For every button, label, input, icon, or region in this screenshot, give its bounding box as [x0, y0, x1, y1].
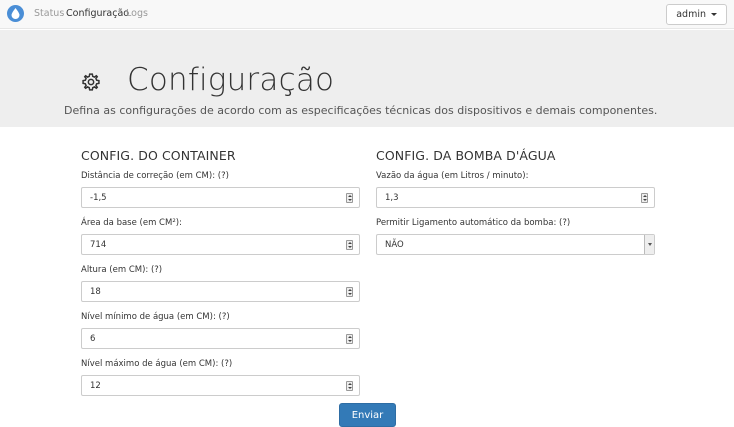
spinner-icon[interactable]	[641, 193, 648, 203]
min-level-label: Nível mínimo de água (em CM): (?)	[81, 312, 230, 322]
page-subtitle: Defina as configurações de acordo com as…	[64, 104, 658, 117]
submit-button[interactable]: Enviar	[339, 403, 396, 427]
base-area-label: Área da base (em CM²):	[81, 218, 182, 228]
flow-rate-value: 1,3	[385, 192, 399, 203]
flow-rate-input[interactable]: 1,3	[376, 187, 655, 208]
chevron-down-icon	[711, 13, 717, 16]
height-label: Altura (em CM): (?)	[81, 265, 163, 275]
max-level-label: Nível máximo de água (em CM): (?)	[81, 359, 233, 369]
base-area-input[interactable]: 714	[81, 234, 360, 255]
correction-distance-input[interactable]: -1,5	[81, 187, 360, 208]
user-menu-label: admin	[676, 9, 706, 20]
chevron-down-icon[interactable]	[644, 235, 654, 254]
nav-link-status[interactable]: Status	[34, 8, 64, 19]
container-section-title: CONFIG. DO CONTAINER	[81, 148, 236, 163]
max-level-value: 12	[90, 380, 101, 391]
water-drop-icon[interactable]	[7, 5, 24, 22]
user-menu-button[interactable]: admin	[666, 4, 727, 25]
gear-icon	[82, 73, 100, 91]
spinner-icon[interactable]	[346, 240, 353, 250]
min-level-value: 6	[90, 333, 96, 344]
height-value: 18	[90, 286, 101, 297]
max-level-input[interactable]: 12	[81, 375, 360, 396]
spinner-icon[interactable]	[346, 193, 353, 203]
nav-link-configuracao[interactable]: Configuração	[66, 8, 129, 19]
spinner-icon[interactable]	[346, 334, 353, 344]
spinner-icon[interactable]	[346, 287, 353, 297]
submit-button-label: Enviar	[351, 410, 384, 421]
nav-link-logs[interactable]: Logs	[126, 8, 148, 19]
page-title: Configuração	[127, 62, 335, 98]
auto-start-select[interactable]: NÃO	[376, 234, 655, 255]
base-area-value: 714	[90, 239, 107, 250]
auto-start-label: Permitir Ligamento automático da bomba: …	[376, 218, 571, 228]
spinner-icon[interactable]	[346, 381, 353, 391]
correction-distance-label: Distância de correção (em CM): (?)	[81, 171, 229, 181]
flow-rate-label: Vazão da água (em Litros / minuto):	[376, 171, 529, 181]
navbar: Status Configuração Logs admin	[0, 0, 734, 29]
auto-start-value: NÃO	[385, 239, 404, 250]
height-input[interactable]: 18	[81, 281, 360, 302]
pump-section-title: CONFIG. DA BOMBA D'ÁGUA	[376, 148, 556, 163]
correction-distance-value: -1,5	[90, 192, 107, 203]
min-level-input[interactable]: 6	[81, 328, 360, 349]
